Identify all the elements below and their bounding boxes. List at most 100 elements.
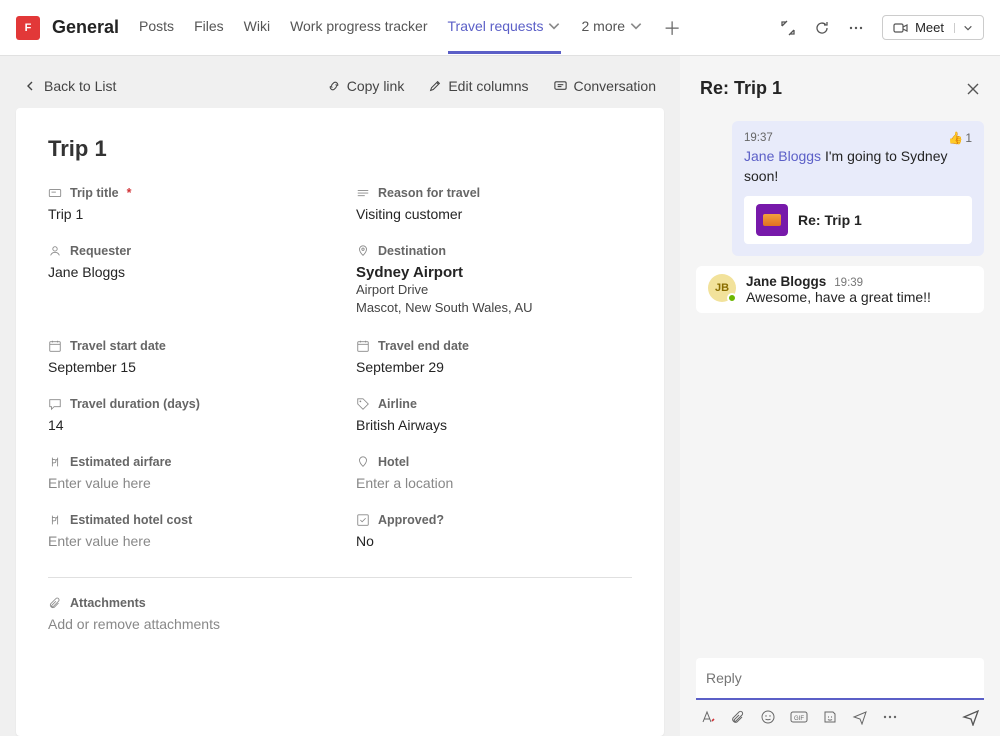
format-button[interactable] — [700, 709, 716, 725]
field-value[interactable]: Visiting customer — [356, 206, 632, 222]
send-later-icon — [852, 709, 868, 725]
field-label-text: Estimated airfare — [70, 455, 171, 469]
schedule-button[interactable] — [852, 709, 868, 725]
sticker-icon — [822, 709, 838, 725]
field-end-date: Travel end date September 29 — [356, 339, 632, 375]
emoji-button[interactable] — [760, 709, 776, 725]
field-value[interactable]: Trip 1 — [48, 206, 324, 222]
destination-name[interactable]: Sydney Airport — [356, 264, 632, 281]
attach-button[interactable] — [730, 709, 746, 725]
field-value[interactable]: September 29 — [356, 359, 632, 375]
tab-work-progress-tracker[interactable]: Work progress tracker — [290, 1, 427, 54]
field-label-text: Travel start date — [70, 339, 166, 353]
field-value[interactable]: 14 — [48, 417, 324, 433]
chevron-down-icon — [629, 19, 643, 33]
conversation-title: Re: Trip 1 — [700, 78, 782, 99]
field-reason: Reason for travel Visiting customer — [356, 186, 632, 222]
conversation-button[interactable]: Conversation — [553, 78, 657, 94]
back-button[interactable]: Back to List — [24, 78, 303, 94]
compose-toolbar: GIF — [696, 700, 984, 726]
message-attachment-card[interactable]: Re: Trip 1 — [744, 196, 972, 244]
location-icon — [356, 455, 370, 469]
item-title: Trip 1 — [48, 136, 632, 162]
lines-icon — [356, 186, 370, 200]
attachments-placeholder[interactable]: Add or remove attachments — [48, 616, 632, 632]
tab-travel-requests[interactable]: Travel requests — [448, 1, 562, 54]
chevron-down-icon — [963, 23, 973, 33]
avatar[interactable]: JB — [708, 274, 736, 302]
emoji-icon — [760, 709, 776, 725]
tab-posts[interactable]: Posts — [139, 1, 174, 54]
field-value[interactable]: British Airways — [356, 417, 632, 433]
field-placeholder[interactable]: Enter a location — [356, 475, 632, 491]
destination-line1: Airport Drive — [356, 281, 632, 299]
refresh-icon[interactable] — [814, 20, 830, 36]
more-icon[interactable] — [848, 20, 864, 36]
more-compose-button[interactable] — [882, 709, 898, 725]
text-field-icon — [48, 186, 62, 200]
field-duration: Travel duration (days) 14 — [48, 397, 324, 433]
calendar-icon — [356, 339, 370, 353]
compose-area: GIF — [696, 658, 984, 726]
message[interactable]: 19:37 👍 1 Jane Bloggs I'm going to Sydne… — [732, 121, 984, 256]
thumbs-up-icon: 👍 — [948, 131, 963, 145]
meet-button[interactable]: Meet — [882, 15, 984, 40]
edit-columns-button[interactable]: Edit columns — [428, 78, 528, 94]
svg-text:GIF: GIF — [794, 716, 804, 722]
add-tab-button[interactable]: ＋ — [663, 15, 681, 41]
field-value[interactable]: Jane Bloggs — [48, 264, 324, 280]
pencil-icon — [428, 79, 442, 93]
send-button[interactable] — [962, 708, 980, 726]
tab-travel-requests-label: Travel requests — [448, 18, 544, 34]
tab-wiki[interactable]: Wiki — [244, 1, 270, 54]
tab-more[interactable]: 2 more — [581, 1, 643, 54]
tab-files[interactable]: Files — [194, 1, 224, 54]
message-author[interactable]: Jane Bloggs — [744, 148, 821, 164]
field-value[interactable]: September 15 — [48, 359, 324, 375]
close-icon — [966, 82, 980, 96]
field-airfare: Estimated airfare Enter value here — [48, 455, 324, 491]
reply-input[interactable] — [696, 658, 984, 700]
field-label-text: Travel duration (days) — [70, 397, 200, 411]
field-label-text: Approved? — [378, 513, 444, 527]
item-card: Trip 1 Trip title * Trip 1 Reason for tr… — [16, 108, 664, 736]
field-destination: Destination Sydney Airport Airport Drive… — [356, 244, 632, 317]
field-label-text: Destination — [378, 244, 446, 258]
meet-caret[interactable] — [954, 23, 973, 33]
field-approved: Approved? No — [356, 513, 632, 549]
field-placeholder[interactable]: Enter value here — [48, 533, 324, 549]
message-author[interactable]: Jane Bloggs — [746, 274, 826, 289]
format-icon — [700, 709, 716, 725]
message[interactable]: JB Jane Bloggs 19:39 Awesome, have a gre… — [696, 266, 984, 313]
message-list: 19:37 👍 1 Jane Bloggs I'm going to Sydne… — [696, 121, 984, 650]
message-reaction[interactable]: 👍 1 — [948, 131, 972, 145]
message-time: 19:37 — [744, 132, 773, 144]
tab-more-label: 2 more — [581, 18, 625, 34]
expand-icon[interactable] — [780, 20, 796, 36]
field-value[interactable]: No — [356, 533, 632, 549]
field-attachments: Attachments Add or remove attachments — [48, 596, 632, 632]
field-label-text: Estimated hotel cost — [70, 513, 192, 527]
conversation-icon — [553, 79, 568, 94]
channel-tab-bar: F General Posts Files Wiki Work progress… — [0, 0, 1000, 56]
paperclip-icon — [48, 596, 62, 610]
sticker-button[interactable] — [822, 709, 838, 725]
paperclip-icon — [730, 709, 746, 725]
field-placeholder[interactable]: Enter value here — [48, 475, 324, 491]
tag-icon — [356, 397, 370, 411]
reaction-count: 1 — [965, 131, 972, 145]
edit-columns-label: Edit columns — [448, 78, 528, 94]
avatar-initials: JB — [715, 282, 729, 294]
field-requester: Requester Jane Bloggs — [48, 244, 324, 317]
copy-link-button[interactable]: Copy link — [327, 78, 405, 94]
close-button[interactable] — [966, 82, 980, 96]
gif-button[interactable]: GIF — [790, 709, 808, 725]
more-icon — [882, 709, 898, 725]
message-text: Awesome, have a great time!! — [746, 289, 931, 305]
field-start-date: Travel start date September 15 — [48, 339, 324, 375]
chevron-down-icon — [547, 19, 561, 33]
tabs: Posts Files Wiki Work progress tracker T… — [139, 1, 768, 54]
channel-name: General — [52, 17, 119, 38]
calendar-icon — [48, 339, 62, 353]
list-item-icon — [756, 204, 788, 236]
